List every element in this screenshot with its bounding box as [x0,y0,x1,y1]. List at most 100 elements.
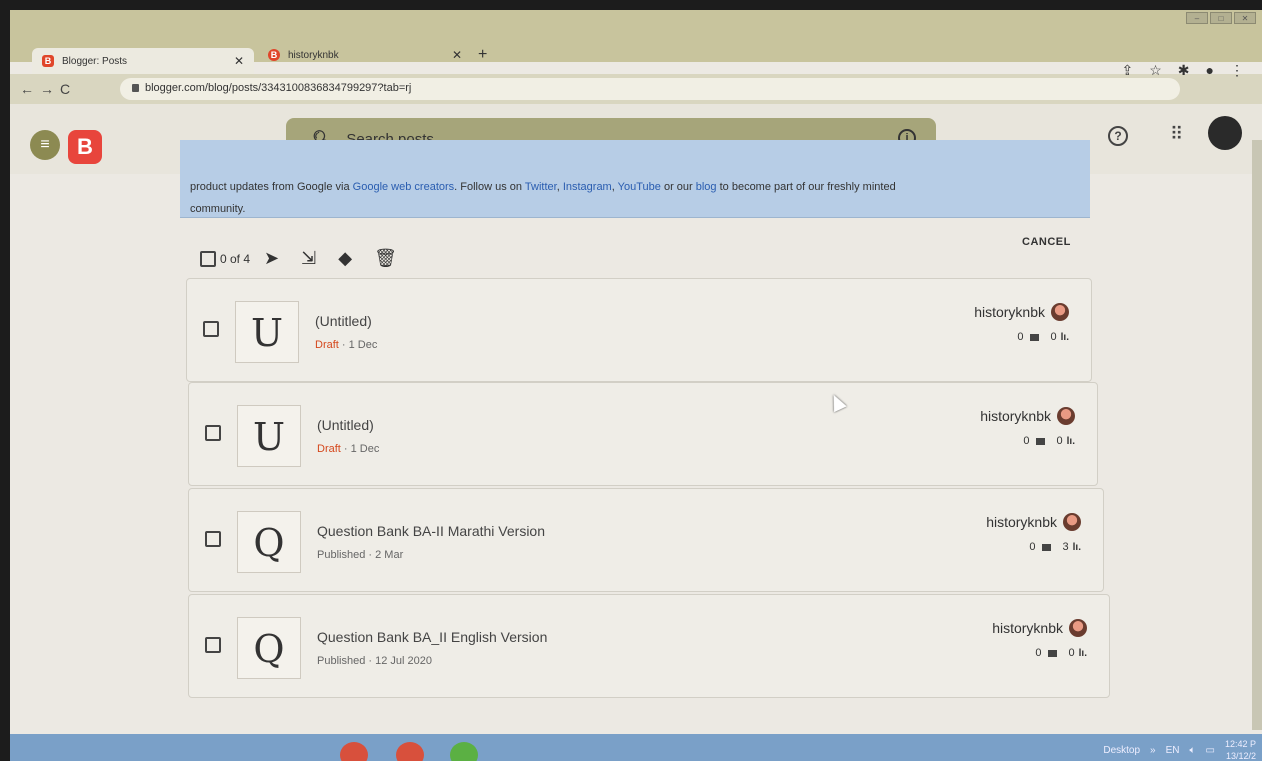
post-title[interactable]: Question Bank BA-II Marathi Version [317,523,545,539]
screen: – □ ✕ B Blogger: Posts ✕ B historyknbk ✕… [10,10,1262,761]
back-icon[interactable]: ← [20,81,40,97]
post-status: Published [317,655,366,667]
browser-actions: ⇪ ☆ ✱ ● ⋮ [1122,62,1245,79]
post-status: Draft [317,443,341,455]
announcement-banner: product updates from Google via Google w… [180,140,1090,218]
help-icon[interactable]: ? [1108,126,1128,146]
author-name: historyknbk [992,620,1063,636]
post-meta: Published · 2 Mar [317,549,404,561]
author-avatar [1069,619,1087,637]
views-icon: lı. [1078,647,1087,659]
url-field[interactable]: blogger.com/blog/posts/33431008368347992… [120,78,1180,100]
instagram-link[interactable]: Instagram [563,181,612,193]
post-date: 1 Dec [350,443,380,455]
post-status: Draft [315,339,339,351]
os-taskbar: Desktop » EN 🔈︎ ▭ 12:42 P 13/12/2 [10,734,1262,761]
blogger-favicon-icon: B [268,49,280,61]
comment-icon [1041,543,1051,551]
post-thumbnail: U [235,301,299,363]
post-author: historyknbk [992,619,1087,637]
author-name: historyknbk [986,514,1057,530]
youtube-link[interactable]: YouTube [618,181,661,193]
blogger-logo[interactable]: B [68,130,102,164]
close-window-icon[interactable]: ✕ [1234,12,1256,24]
views-icon: lı. [1066,435,1075,447]
tab-bar: – □ ✕ B Blogger: Posts ✕ B historyknbk ✕… [10,10,1262,74]
post-status: Published [317,549,366,561]
post-author: historyknbk [980,407,1075,425]
post-title[interactable]: (Untitled) [315,313,372,329]
scrollbar[interactable] [1252,140,1262,730]
volume-icon[interactable]: 🔈︎ [1190,745,1196,756]
nav-buttons: ←→C [20,81,76,97]
post-title[interactable]: Question Bank BA_II English Version [317,629,547,645]
extensions-icon[interactable]: ✱ [1178,62,1190,79]
bookmark-star-icon[interactable]: ☆ [1149,62,1162,79]
select-all-checkbox[interactable] [200,250,216,267]
label-icon[interactable]: ◆ [338,248,352,269]
post-checkbox[interactable] [205,425,221,441]
post-row[interactable]: Q Question Bank BA_II English Version Pu… [188,594,1110,698]
post-meta: Draft · 1 Dec [315,339,378,351]
desktop-toolbar[interactable]: Desktop [1103,745,1140,756]
language-indicator[interactable]: EN [1166,745,1180,756]
post-row[interactable]: Q Question Bank BA-II Marathi Version Pu… [188,488,1104,592]
clock-date: 13/12/2 [1225,751,1256,761]
tab-historyknbk[interactable]: B historyknbk ✕ [258,44,472,66]
clock[interactable]: 12:42 P 13/12/2 [1225,738,1256,761]
blog-link[interactable]: blog [696,181,717,193]
views-icon: lı. [1060,331,1069,343]
post-meta: Published · 12 Jul 2020 [317,655,432,667]
maximize-icon[interactable]: □ [1210,12,1232,24]
author-name: historyknbk [980,408,1051,424]
lock-icon [132,84,139,92]
blogger-favicon-icon: B [42,55,54,67]
google-web-creators-link[interactable]: Google web creators [353,181,455,193]
twitter-link[interactable]: Twitter [525,181,557,193]
taskbar-app-icon[interactable] [396,742,424,761]
post-thumbnail: Q [237,511,301,573]
forward-icon[interactable]: → [40,81,60,97]
system-tray: Desktop » EN 🔈︎ ▭ 12:42 P 13/12/2 [1103,738,1256,761]
cancel-button[interactable]: CANCEL [1022,236,1071,248]
banner-line-1: product updates from Google via Google w… [190,176,1078,198]
reload-icon[interactable]: C [60,81,76,97]
view-count: 3 [1062,541,1069,553]
minimize-icon[interactable]: – [1186,12,1208,24]
publish-icon[interactable]: ➤ [264,248,279,269]
browser-menu-icon[interactable]: ⋮ [1230,62,1244,79]
author-avatar [1057,407,1075,425]
post-checkbox[interactable] [205,637,221,653]
hamburger-menu-icon[interactable]: ≡ [30,130,60,160]
banner-line-2: community. [190,203,246,215]
close-tab-icon[interactable]: ✕ [452,48,462,62]
view-count: 0 [1050,331,1057,343]
post-row[interactable]: U (Untitled) Draft · 1 Dec historyknbk 0… [188,382,1098,486]
post-author: historyknbk [986,513,1081,531]
comment-count: 0 [1035,647,1042,659]
tray-overflow-icon[interactable]: » [1150,745,1156,756]
post-checkbox[interactable] [203,321,219,337]
post-stats: 0 0 lı. [1035,647,1087,659]
share-icon[interactable]: ⇪ [1122,62,1134,79]
apps-grid-icon[interactable]: ⠿ [1170,124,1183,145]
taskbar-app-icon[interactable] [450,742,478,761]
post-date: 2 Mar [375,549,404,561]
post-author: historyknbk [974,303,1069,321]
network-icon[interactable]: ▭ [1206,745,1215,756]
close-tab-icon[interactable]: ✕ [234,54,244,68]
tab-blogger-posts[interactable]: B Blogger: Posts ✕ [32,48,254,74]
taskbar-app-icon[interactable] [340,742,368,761]
post-row[interactable]: U (Untitled) Draft · 1 Dec historyknbk 0… [186,278,1092,382]
post-checkbox[interactable] [205,531,221,547]
post-stats: 0 0 lı. [1023,435,1075,447]
delete-icon[interactable]: 🗑︎ [374,248,397,269]
view-count: 0 [1068,647,1075,659]
banner-text: product updates from Google via [190,181,353,193]
profile-icon[interactable]: ● [1206,62,1214,79]
account-avatar[interactable] [1208,116,1242,150]
post-title[interactable]: (Untitled) [317,417,374,433]
new-tab-button[interactable]: + [478,46,487,64]
revert-to-draft-icon[interactable]: ⇲ [301,248,316,269]
post-date: 12 Jul 2020 [375,655,432,667]
